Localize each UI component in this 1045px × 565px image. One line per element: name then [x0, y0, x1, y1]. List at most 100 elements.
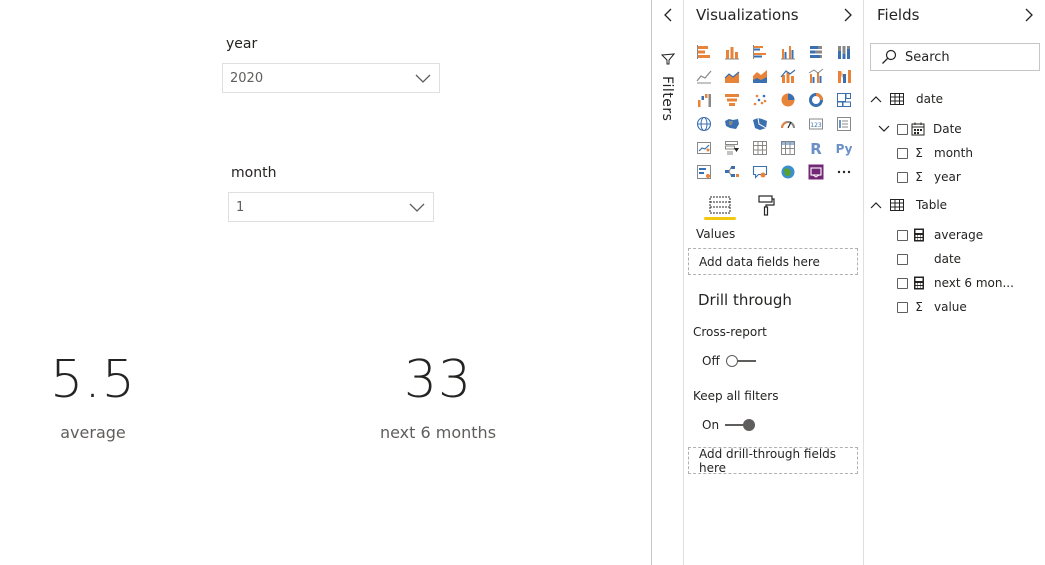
field-date[interactable]: date — [897, 249, 961, 269]
more-visuals-icon[interactable] — [830, 160, 858, 184]
chevron-left-icon[interactable] — [663, 8, 673, 22]
pie-chart-icon[interactable] — [774, 88, 802, 112]
filters-label[interactable]: Filters — [659, 76, 675, 121]
field-year[interactable]: Σ year — [897, 167, 961, 187]
ribbon-chart-icon[interactable] — [830, 64, 858, 88]
100-stacked-bar-chart-icon[interactable] — [802, 40, 830, 64]
table-icon[interactable] — [746, 136, 774, 160]
arcgis-map-icon[interactable] — [774, 160, 802, 184]
field-value[interactable]: Σ value — [897, 297, 967, 317]
toggle-knob — [725, 355, 738, 367]
cross-report-label: Cross-report — [693, 325, 767, 339]
python-visual-icon[interactable]: Py — [830, 136, 858, 160]
funnel-chart-icon[interactable] — [718, 88, 746, 112]
sigma-icon: Σ — [915, 300, 923, 314]
stacked-area-chart-icon[interactable] — [746, 64, 774, 88]
cross-report-state: Off — [702, 354, 720, 368]
field-checkbox[interactable] — [897, 277, 908, 289]
chevron-right-icon[interactable] — [843, 8, 853, 22]
power-apps-icon[interactable] — [802, 160, 830, 184]
values-drop-well[interactable]: Add data fields here — [688, 248, 858, 275]
field-checkbox[interactable] — [897, 301, 908, 313]
month-slicer-dropdown[interactable]: 1 — [228, 192, 434, 222]
keep-all-filters-toggle[interactable]: On — [702, 418, 756, 432]
decomposition-tree-icon[interactable] — [718, 160, 746, 184]
visualizations-pane: Visualizations 123 R Py Values Add data fi… — [684, 0, 864, 565]
toggle-knob — [743, 419, 756, 431]
field-name: Date — [933, 122, 962, 136]
tab-fields[interactable] — [704, 190, 736, 220]
chevron-up-icon[interactable] — [870, 94, 882, 104]
cross-report-toggle[interactable]: Off — [702, 354, 756, 368]
shape-map-icon[interactable] — [746, 112, 774, 136]
line-and-clustered-column-icon[interactable] — [802, 64, 830, 88]
line-chart-icon[interactable] — [690, 64, 718, 88]
svg-text:Py: Py — [836, 142, 852, 156]
keep-all-filters-state: On — [702, 418, 720, 432]
matrix-icon[interactable] — [774, 136, 802, 160]
field-name: month — [934, 146, 973, 160]
donut-chart-icon[interactable] — [802, 88, 830, 112]
fields-search-input[interactable]: Search — [870, 43, 1040, 71]
field-month[interactable]: Σ month — [897, 143, 973, 163]
scatter-chart-icon[interactable] — [746, 88, 774, 112]
sigma-icon: Σ — [915, 146, 923, 160]
fields-title: Fields — [877, 6, 920, 24]
qa-icon[interactable] — [746, 160, 774, 184]
month-slicer-title: month — [231, 165, 277, 181]
chevron-right-icon[interactable] — [1024, 8, 1034, 22]
field-name: next 6 mon... — [934, 276, 1014, 290]
visual-tabs — [694, 190, 854, 220]
multi-row-card-icon[interactable] — [830, 112, 858, 136]
field-checkbox[interactable] — [897, 147, 908, 159]
svg-text:R: R — [810, 140, 822, 156]
next-6-months-card-value: 33 — [403, 350, 473, 410]
year-slicer-title: year — [226, 36, 258, 52]
key-influencers-icon[interactable] — [690, 160, 718, 184]
filters-pane[interactable]: Filters — [651, 0, 684, 565]
stacked-bar-chart-icon[interactable] — [690, 40, 718, 64]
table-table-header[interactable]: Table — [870, 195, 947, 215]
calendar-icon — [911, 122, 925, 136]
kpi-icon[interactable] — [690, 136, 718, 160]
filter-funnel-icon — [661, 53, 675, 65]
waterfall-chart-icon[interactable] — [690, 88, 718, 112]
chevron-up-icon[interactable] — [870, 200, 882, 210]
year-slicer-value: 2020 — [230, 70, 264, 86]
paint-roller-icon — [758, 195, 775, 216]
line-and-stacked-column-icon[interactable] — [774, 64, 802, 88]
area-chart-icon[interactable] — [718, 64, 746, 88]
stacked-column-chart-icon[interactable] — [718, 40, 746, 64]
drill-through-title: Drill through — [698, 291, 792, 309]
clustered-column-chart-icon[interactable] — [774, 40, 802, 64]
chevron-down-icon[interactable] — [878, 124, 890, 134]
slicer-icon[interactable] — [718, 136, 746, 160]
100-stacked-column-chart-icon[interactable] — [830, 40, 858, 64]
map-icon[interactable] — [690, 112, 718, 136]
card-icon[interactable]: 123 — [802, 112, 830, 136]
clustered-bar-chart-icon[interactable] — [746, 40, 774, 64]
field-checkbox[interactable] — [897, 171, 908, 183]
field-name: year — [934, 170, 961, 184]
table-date-header[interactable]: date — [870, 89, 943, 109]
r-visual-icon[interactable]: R — [802, 136, 830, 160]
field-checkbox[interactable] — [897, 229, 908, 241]
active-tab-indicator — [704, 217, 736, 220]
field-checkbox[interactable] — [897, 123, 908, 135]
field-next-6-months[interactable]: next 6 mon... — [897, 273, 1014, 293]
search-icon — [882, 49, 897, 64]
gauge-icon[interactable] — [774, 112, 802, 136]
field-date-hierarchy[interactable]: Date — [878, 119, 962, 139]
treemap-icon[interactable] — [830, 88, 858, 112]
year-slicer-dropdown[interactable]: 2020 — [222, 63, 440, 93]
tab-format[interactable] — [752, 190, 780, 220]
field-checkbox[interactable] — [897, 253, 908, 265]
field-name: average — [934, 228, 984, 242]
keep-all-filters-label: Keep all filters — [693, 389, 779, 403]
drill-through-drop-well[interactable]: Add drill-through fields here — [688, 447, 858, 475]
field-name: date — [934, 252, 962, 266]
values-label: Values — [696, 227, 736, 241]
next-6-months-card-label: next 6 months — [379, 423, 497, 442]
filled-map-icon[interactable] — [718, 112, 746, 136]
field-average[interactable]: average — [897, 225, 983, 245]
